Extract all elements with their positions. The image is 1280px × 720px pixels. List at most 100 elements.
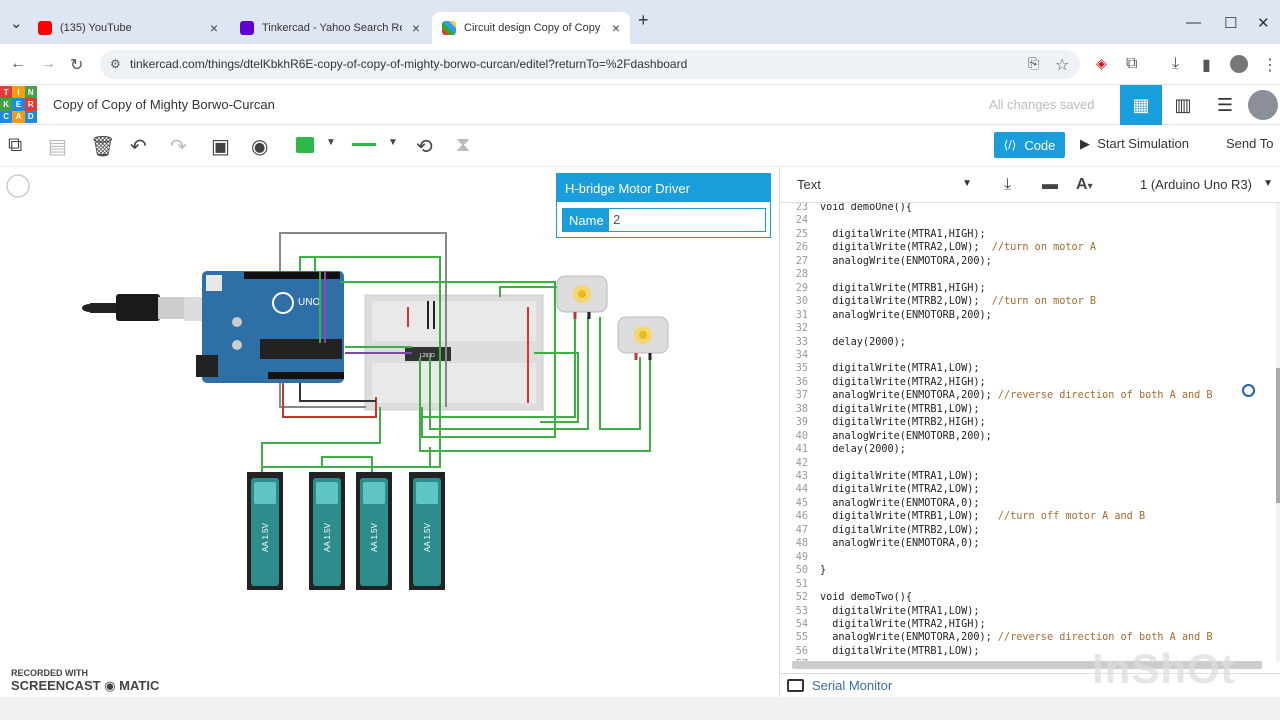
library-icon[interactable]: ▬ [1042,176,1058,194]
close-tab-icon[interactable]: × [210,20,218,36]
download-code-icon[interactable]: ⤓ [1004,176,1011,194]
code-line[interactable]: 24 [780,214,1270,227]
code-line[interactable]: 40 analogWrite(ENMOTORB,200); [780,430,1270,443]
site-info-icon[interactable]: ⚙ [110,50,121,79]
color-dropdown-icon[interactable]: ▼ [326,137,336,148]
code-line[interactable]: 35 digitalWrite(MTRA1,LOW); [780,362,1270,375]
arduino-uno-board[interactable]: UNO [196,271,344,383]
battery-4[interactable]: AA 1.5V [409,472,445,590]
dc-motor-1[interactable] [556,275,608,319]
close-tab-icon[interactable]: × [412,20,420,36]
name-field[interactable]: Name 2 [562,208,766,232]
code-line[interactable]: 44 digitalWrite(MTRA2,LOW); [780,483,1270,496]
scrollbar-thumb[interactable] [1276,368,1280,503]
code-line[interactable]: 39 digitalWrite(MTRB2,HIGH); [780,416,1270,429]
user-avatar[interactable] [1246,85,1280,125]
code-line[interactable]: 55 analogWrite(ENMOTORA,200); //reverse … [780,631,1270,644]
device-select[interactable]: 1 (Arduino Uno R3) ▼ [1132,171,1277,199]
code-line[interactable]: 34 [780,349,1270,362]
redo-icon[interactable]: ↷ [170,134,187,159]
code-line[interactable]: 49 [780,551,1270,564]
code-line[interactable]: 46 digitalWrite(MTRB1,LOW); //turn off m… [780,510,1270,523]
install-app-icon[interactable]: ⎘ [1028,55,1039,72]
minimize-icon[interactable]: — [1186,14,1201,31]
menu-dots-icon[interactable]: ⋮ [1262,55,1278,75]
close-window-icon[interactable]: ✕ [1257,14,1270,32]
rotate-icon[interactable]: ⟲ [416,134,433,159]
code-text-area[interactable]: 23 void demoOne(){24 25 digitalWrite(MTRA1… [780,203,1270,663]
battery-3[interactable]: AA 1.5V [356,472,392,590]
delete-icon[interactable]: 🗑 [90,134,115,159]
code-line[interactable]: 31 analogWrite(ENMOTORB,200); [780,309,1270,322]
schematic-view-icon[interactable]: ▥ [1162,85,1204,125]
send-to-button[interactable]: Send To [1226,136,1273,151]
visibility-icon[interactable]: ◉ [251,134,268,159]
extension-icon[interactable]: ◈ [1096,55,1107,72]
tab-yahoo[interactable]: Tinkercad - Yahoo Search Resul × [230,12,430,44]
bookmark-star-icon[interactable]: ☆ [1055,55,1069,75]
forward-icon[interactable]: → [40,55,56,73]
back-icon[interactable]: ← [10,55,26,73]
code-line[interactable]: 29 digitalWrite(MTRB1,HIGH); [780,282,1270,295]
code-line[interactable]: 43 digitalWrite(MTRA1,LOW); [780,470,1270,483]
code-line[interactable]: 54 digitalWrite(MTRA2,HIGH); [780,618,1270,631]
code-line[interactable]: 45 analogWrite(ENMOTORA,0); [780,497,1270,510]
code-line[interactable]: 48 analogWrite(ENMOTORA,0); [780,537,1270,550]
battery-1[interactable]: AA 1.5V [247,472,283,590]
new-tab-button[interactable]: + [638,10,649,31]
code-line[interactable]: 47 digitalWrite(MTRB2,LOW); [780,524,1270,537]
code-line[interactable]: 26 digitalWrite(MTRA2,LOW); //turn on mo… [780,241,1270,254]
notes-icon[interactable]: ▣ [211,134,230,159]
paste-icon[interactable]: ▤ [48,134,67,159]
tab-search-icon[interactable]: ⌄ [10,14,23,32]
circuit-view-icon[interactable]: ▦ [1120,85,1162,125]
download-icon[interactable]: ⤓ [1172,55,1179,73]
font-size-icon[interactable]: A▾ [1076,176,1093,194]
start-simulation-button[interactable]: ▶ Start Simulation [1080,136,1189,152]
tab-tinkercad[interactable]: Circuit design Copy of Copy of × [432,12,630,44]
code-mode-select[interactable]: Text ▼ [788,171,978,199]
design-title[interactable]: Copy of Copy of Mighty Borwo-Curcan [53,97,275,112]
reload-icon[interactable]: ↻ [70,55,83,75]
component-list-icon[interactable]: ☰ [1204,85,1246,125]
color-picker[interactable] [296,137,314,153]
maximize-icon[interactable]: ☐ [1224,14,1237,32]
code-line[interactable]: 37 analogWrite(ENMOTORA,200); //reverse … [780,389,1270,402]
code-line[interactable]: 23 void demoOne(){ [780,203,1270,214]
code-button[interactable]: ⟨/⟩ Code [994,132,1065,158]
code-vertical-scrollbar[interactable] [1276,203,1280,663]
code-line[interactable]: 32 [780,322,1270,335]
code-line[interactable]: 36 digitalWrite(MTRA2,HIGH); [780,376,1270,389]
code-line[interactable]: 30 digitalWrite(MTRB2,LOW); //turn on mo… [780,295,1270,308]
dc-motor-2[interactable] [617,316,669,360]
flip-icon[interactable]: ⧗ [456,134,470,157]
code-line[interactable]: 38 digitalWrite(MTRB1,LOW); [780,403,1270,416]
tinkercad-logo[interactable]: T I N K E R C A D [0,86,37,123]
close-tab-icon[interactable]: × [612,20,620,36]
code-line[interactable]: 28 [780,268,1270,281]
address-bar[interactable]: ⚙ tinkercad.com/things/dtelKbkhR6E-copy-… [100,50,1080,79]
name-value[interactable]: 2 [613,212,620,227]
circuit-canvas[interactable]: UNO L293D AA 1.5V AA 1.5V AA 1.5V AA 1.5… [0,167,779,697]
sidebar-icon[interactable]: ▮ [1202,55,1211,75]
copy-icon[interactable]: ⧉ [8,134,22,157]
profile-avatar[interactable] [1230,55,1248,73]
usb-cable[interactable] [82,294,222,321]
fit-view-icon[interactable] [6,174,30,198]
code-line[interactable]: 53 digitalWrite(MTRA1,LOW); [780,605,1270,618]
code-line[interactable]: 27 analogWrite(ENMOTORA,200); [780,255,1270,268]
puzzle-extensions-icon[interactable]: ⧉ [1126,55,1137,73]
wire-dropdown-icon[interactable]: ▼ [388,137,398,148]
undo-icon[interactable]: ↶ [130,134,147,159]
tab-youtube[interactable]: (135) YouTube × [28,12,228,44]
code-line[interactable]: 41 delay(2000); [780,443,1270,456]
code-line[interactable]: 25 digitalWrite(MTRA1,HIGH); [780,228,1270,241]
code-line[interactable]: 52 void demoTwo(){ [780,591,1270,604]
code-line[interactable]: 50} [780,564,1270,577]
wire-style-icon[interactable] [352,143,376,146]
code-line[interactable]: 33 delay(2000); [780,336,1270,349]
battery-2[interactable]: AA 1.5V [309,472,345,590]
code-line[interactable]: 51 [780,578,1270,591]
code-comment: //turn on motor A [991,242,1097,254]
code-line[interactable]: 42 [780,457,1270,470]
